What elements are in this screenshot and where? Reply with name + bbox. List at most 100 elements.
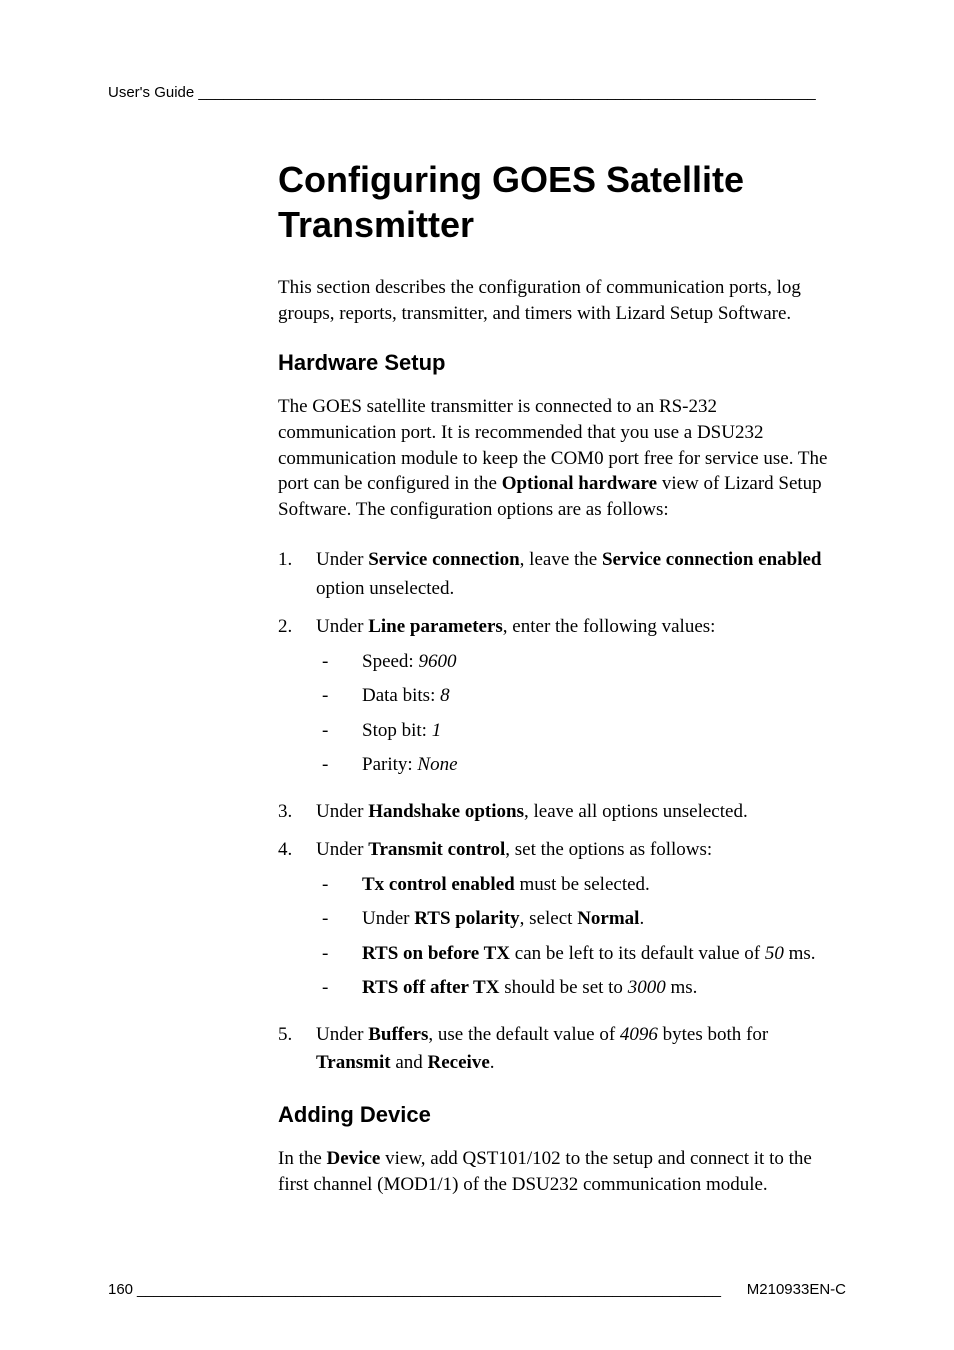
text: Tx control enabled must be selected. <box>362 871 836 900</box>
text: Under <box>362 908 414 929</box>
list-item: -Data bits: 8 <box>316 682 836 711</box>
text: . <box>639 908 644 929</box>
text: Under <box>316 801 368 822</box>
page-number: 160 <box>108 1281 133 1298</box>
dash-icon: - <box>316 871 362 900</box>
step-4: 4. Under Transmit control, set the optio… <box>278 836 836 1009</box>
bold-text: Service connection enabled <box>602 549 822 570</box>
bold-text: Service connection <box>368 549 519 570</box>
text: can be left to its default value of <box>510 943 765 964</box>
bold-text: RTS polarity <box>414 908 519 929</box>
adding-device-paragraph: In the Device view, add QST101/102 to th… <box>278 1146 836 1197</box>
step-text: Under Line parameters, enter the followi… <box>316 613 836 786</box>
text: , enter the following values: <box>503 616 716 637</box>
text: and <box>391 1052 428 1073</box>
footer-rule: ________________________________________… <box>133 1281 747 1298</box>
line-params-list: -Speed: 9600 -Data bits: 8 -Stop bit: 1 … <box>316 648 836 780</box>
step-text: Under Handshake options, leave all optio… <box>316 798 836 827</box>
list-item: -Parity: None <box>316 751 836 780</box>
label: Data bits: <box>362 685 440 706</box>
label: Stop bit: <box>362 720 432 741</box>
running-head: User's Guide ___________________________… <box>108 84 846 101</box>
list-item: -Tx control enabled must be selected. <box>316 871 836 900</box>
text: Data bits: 8 <box>362 682 836 711</box>
value: 50 <box>765 943 784 964</box>
step-number: 1. <box>278 546 316 603</box>
text: Under <box>316 839 368 860</box>
list-item: -Under RTS polarity, select Normal. <box>316 905 836 934</box>
text: ms. <box>784 943 816 964</box>
page-title: Configuring GOES Satellite Transmitter <box>278 157 836 247</box>
value: 9600 <box>418 651 456 672</box>
step-1: 1. Under Service connection, leave the S… <box>278 546 836 603</box>
text: RTS off after TX should be set to 3000 m… <box>362 974 836 1003</box>
hardware-setup-heading: Hardware Setup <box>278 350 836 376</box>
text: Under <box>316 549 368 570</box>
steps-list-b: 3. Under Handshake options, leave all op… <box>278 798 836 1009</box>
dash-icon: - <box>316 974 362 1003</box>
text: . <box>490 1052 495 1073</box>
transmit-control-list: -Tx control enabled must be selected. -U… <box>316 871 836 1003</box>
bold-text: RTS off after TX <box>362 977 499 998</box>
step-5: 5. Under Buffers, use the default value … <box>278 1021 836 1078</box>
step-number: 5. <box>278 1021 316 1078</box>
dash-icon: - <box>316 940 362 969</box>
text: Under <box>316 616 368 637</box>
doc-id: M210933EN-C <box>747 1281 846 1298</box>
text: Speed: 9600 <box>362 648 836 677</box>
bold-text: Normal <box>577 908 639 929</box>
dash-icon: - <box>316 905 362 934</box>
bold-text: Device <box>327 1148 381 1169</box>
text: should be set to <box>499 977 627 998</box>
text: Under RTS polarity, select Normal. <box>362 905 836 934</box>
page-footer: 160 ____________________________________… <box>108 1281 846 1298</box>
bold-text: Tx control enabled <box>362 874 515 895</box>
text: RTS on before TX can be left to its defa… <box>362 940 836 969</box>
value: 4096 <box>620 1024 658 1045</box>
bold-text: Receive <box>428 1052 490 1073</box>
label: Speed: <box>362 651 418 672</box>
hardware-setup-paragraph: The GOES satellite transmitter is connec… <box>278 394 836 522</box>
step-number: 4. <box>278 836 316 1009</box>
dash-icon: - <box>316 682 362 711</box>
steps-list-c: 5. Under Buffers, use the default value … <box>278 1021 836 1078</box>
bold-text: Handshake options <box>368 801 524 822</box>
steps-list-a: 1. Under Service connection, leave the S… <box>278 546 836 786</box>
step-number: 3. <box>278 798 316 827</box>
text: In the <box>278 1148 327 1169</box>
text: Parity: None <box>362 751 836 780</box>
step-3: 3. Under Handshake options, leave all op… <box>278 798 836 827</box>
bold-text: Transmit control <box>368 839 505 860</box>
bold-text: RTS on before TX <box>362 943 510 964</box>
text: Stop bit: 1 <box>362 717 836 746</box>
step-text: Under Service connection, leave the Serv… <box>316 546 836 603</box>
bold-text: Buffers <box>368 1024 428 1045</box>
list-item: -RTS off after TX should be set to 3000 … <box>316 974 836 1003</box>
value: 1 <box>432 720 442 741</box>
text: , select <box>520 908 578 929</box>
step-number: 2. <box>278 613 316 786</box>
step-text: Under Transmit control, set the options … <box>316 836 836 1009</box>
list-item: -RTS on before TX can be left to its def… <box>316 940 836 969</box>
dash-icon: - <box>316 751 362 780</box>
value: 8 <box>440 685 450 706</box>
text: bytes both for <box>658 1024 768 1045</box>
dash-icon: - <box>316 717 362 746</box>
label: Parity: <box>362 754 417 775</box>
page: User's Guide ___________________________… <box>0 0 954 1350</box>
intro-paragraph: This section describes the configuration… <box>278 275 836 326</box>
text: option unselected. <box>316 578 454 599</box>
text: , leave the <box>520 549 602 570</box>
bold-text: Optional hardware <box>502 473 657 494</box>
text: Under <box>316 1024 368 1045</box>
dash-icon: - <box>316 648 362 677</box>
list-item: -Speed: 9600 <box>316 648 836 677</box>
list-item: -Stop bit: 1 <box>316 717 836 746</box>
bold-text: Transmit <box>316 1052 391 1073</box>
adding-device-heading: Adding Device <box>278 1102 836 1128</box>
text: , leave all options unselected. <box>524 801 748 822</box>
text: , use the default value of <box>428 1024 620 1045</box>
step-text: Under Buffers, use the default value of … <box>316 1021 836 1078</box>
text: must be selected. <box>515 874 650 895</box>
content-column: Configuring GOES Satellite Transmitter T… <box>278 157 836 1197</box>
